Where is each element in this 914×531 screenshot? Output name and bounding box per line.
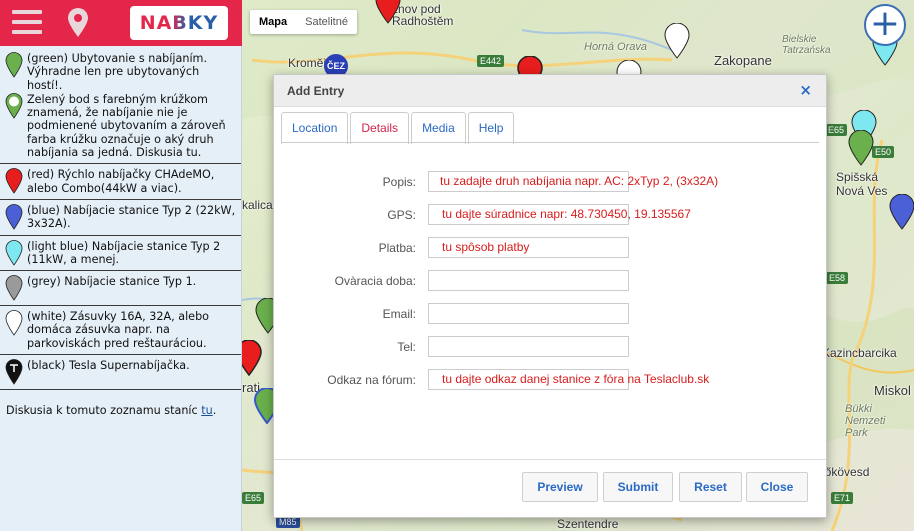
legend-text: (green) Ubytovanie s nabíjaním. Výhradne… xyxy=(27,52,208,92)
field-label: Email: xyxy=(382,307,416,321)
map-label-spisska: Spišská Nová Ves xyxy=(836,170,888,198)
red-pin-icon xyxy=(5,168,23,195)
map-pin-red[interactable] xyxy=(242,340,262,376)
legend-text: (blue) Nabíjacie stanice Typ 2 (22kW, 3x… xyxy=(27,203,236,231)
form-row-tel: Tel: xyxy=(274,336,826,358)
map-label-tatry: Bielskie Tatrzańska xyxy=(782,34,831,56)
legend-text: (red) Rýchlo nabíjačky CHAdeMO, alebo Co… xyxy=(27,168,215,195)
map-pin-white[interactable] xyxy=(664,23,690,59)
dialog-title: Add Entry xyxy=(287,84,345,98)
legend-item-lightblue: (light blue) Nabíjacie stanice Typ 2 (11… xyxy=(0,236,241,272)
legend-text: (black) Tesla Supernabíjačka. xyxy=(27,359,190,373)
form-row-email: Email: xyxy=(274,303,826,325)
road-badge: E65 xyxy=(825,124,848,136)
map-label-zakopane: Zakopane xyxy=(714,53,772,68)
reset-button[interactable]: Reset xyxy=(679,472,742,502)
grey-pin-icon xyxy=(5,275,23,301)
forum-link-input[interactable] xyxy=(428,369,629,390)
discussion-text: Diskusia k tomuto zoznamu staníc xyxy=(6,404,202,418)
map-label-kalica: kalica xyxy=(242,198,273,212)
top-bar: NABKY xyxy=(0,0,242,46)
tab-divider xyxy=(281,142,819,143)
map-pin-blue[interactable] xyxy=(889,194,914,230)
road-badge: E71 xyxy=(831,492,854,504)
tab-help[interactable]: Help xyxy=(467,112,515,144)
form-row-otvaracia-doba: Ovàracia doba: xyxy=(274,270,826,292)
legend-item-grey: (grey) Nabíjacie stanice Typ 1. xyxy=(0,271,241,307)
tesla-pin-icon xyxy=(5,359,23,385)
road-badge: E442 xyxy=(477,55,505,67)
map-label-roznov: žnov pod Radhoštěm xyxy=(392,2,454,28)
map-type-satellite-button[interactable]: Satelitné xyxy=(296,10,357,34)
legend-sidebar: (green) Ubytovanie s nabíjaním. Výhradne… xyxy=(0,46,242,531)
road-badge: E50 xyxy=(872,146,895,158)
map-label-kazincbarcika: Kazincbarcika xyxy=(822,346,897,360)
map-label-miskolc: Miskol xyxy=(874,383,911,398)
form-row-platba: Platba: tu spôsob platby xyxy=(274,237,826,259)
form-row-popis: Popis: tu zadajte druh nabíjania napr. A… xyxy=(274,171,826,193)
platba-input[interactable] xyxy=(428,237,629,258)
map-type-toggle: Mapa Satelitné xyxy=(250,10,357,34)
map-pin-red[interactable] xyxy=(375,0,401,24)
map-type-map-button[interactable]: Mapa xyxy=(250,10,296,34)
close-icon[interactable]: × xyxy=(799,81,812,99)
blue-pin-icon xyxy=(5,204,23,230)
add-entry-dialog: Add Entry × Location Details Media Help … xyxy=(273,74,827,518)
field-label: Platba: xyxy=(378,241,416,255)
field-label: Popis: xyxy=(382,175,416,189)
field-label: GPS: xyxy=(387,208,416,222)
dialog-header: Add Entry × xyxy=(274,75,826,107)
white-pin-icon xyxy=(5,310,23,336)
opening-hours-input[interactable] xyxy=(428,270,629,291)
dialog-footer: Preview Submit Reset Close xyxy=(274,459,826,517)
hamburger-menu-icon[interactable] xyxy=(12,10,42,34)
email-input[interactable] xyxy=(428,303,629,324)
tab-details[interactable]: Details xyxy=(350,112,410,144)
green-ring-pin-icon xyxy=(5,93,23,119)
legend-item-blue: (blue) Nabíjacie stanice Typ 2 (22kW, 3x… xyxy=(0,200,241,236)
tel-input[interactable] xyxy=(428,336,629,357)
field-label: Tel: xyxy=(397,340,416,354)
legend-item-red: (red) Rýchlo nabíjačky CHAdeMO, alebo Co… xyxy=(0,164,241,200)
location-pin-icon[interactable] xyxy=(67,8,89,38)
field-label: Ovàracia doba: xyxy=(334,274,416,288)
form-row-gps: GPS: tu dajte súradnice napr: 48.730450,… xyxy=(274,204,826,226)
discussion-suffix: . xyxy=(212,404,217,418)
plus-icon: + xyxy=(869,2,901,44)
nabky-logo[interactable]: NABKY xyxy=(130,6,228,40)
legend-text: (white) Zásuvky 16A, 32A, alebo domáca z… xyxy=(27,310,210,350)
popis-input[interactable] xyxy=(428,171,629,192)
map-pin-green[interactable] xyxy=(848,130,874,166)
discussion-link[interactable]: tu xyxy=(201,404,212,417)
green-pin-icon xyxy=(5,52,23,78)
legend-text: (grey) Nabíjacie stanice Typ 1. xyxy=(27,275,197,289)
preview-button[interactable]: Preview xyxy=(522,472,598,502)
map-label-horna-orava: Horná Orava xyxy=(584,41,647,53)
legend-text: Zelený bod s farebným krúžkom znamená, ž… xyxy=(27,92,226,160)
map-label-bukki: Bükki Nemzeti Park xyxy=(845,403,886,439)
road-badge: E65 xyxy=(242,492,265,504)
road-badge: E58 xyxy=(826,272,849,284)
submit-button[interactable]: Submit xyxy=(603,472,673,502)
add-entry-button[interactable]: + xyxy=(864,4,906,46)
gps-input[interactable] xyxy=(428,204,629,225)
map-label-szentendre: Szentendre xyxy=(557,517,619,531)
legend-item-black: (black) Tesla Supernabíjačka. xyxy=(0,355,241,391)
field-label: Odkaz na fórum: xyxy=(327,373,416,387)
dialog-tabs: Location Details Media Help xyxy=(281,112,516,144)
form-row-forum-link: Odkaz na fórum: tu dajte odkaz danej sta… xyxy=(274,369,826,391)
legend-text: (light blue) Nabíjacie stanice Typ 2 (11… xyxy=(27,239,221,266)
discussion-note: Diskusia k tomuto zoznamu staníc tu. xyxy=(0,390,241,431)
close-button[interactable]: Close xyxy=(746,472,808,502)
tab-media[interactable]: Media xyxy=(411,112,466,144)
legend-item-white: (white) Zásuvky 16A, 32A, alebo domáca z… xyxy=(0,306,241,356)
lightblue-pin-icon xyxy=(5,239,23,266)
legend-group-green: (green) Ubytovanie s nabíjaním. Výhradne… xyxy=(0,46,241,165)
tab-location[interactable]: Location xyxy=(281,112,349,144)
